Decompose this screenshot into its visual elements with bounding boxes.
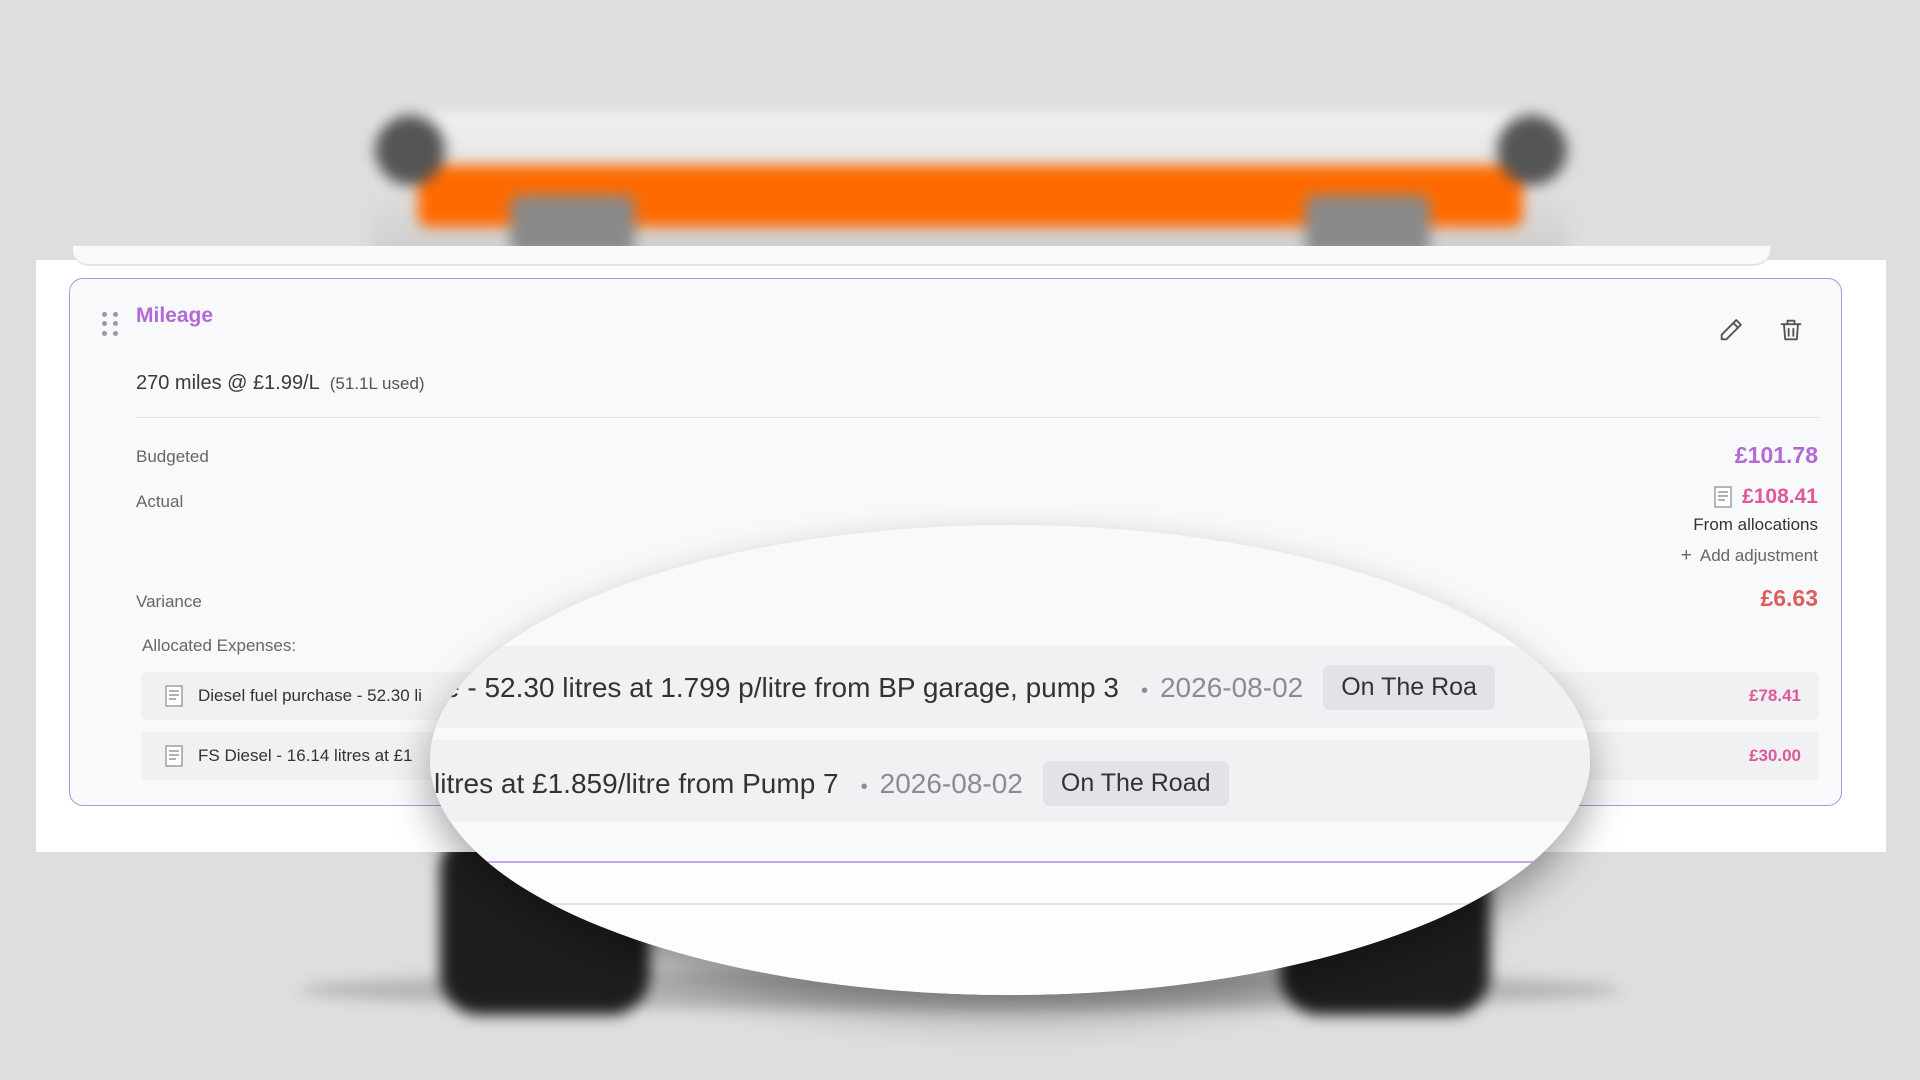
pencil-icon[interactable] [1717, 316, 1745, 344]
magnifier-callout: e - 52.30 litres at 1.799 p/litre from B… [430, 525, 1590, 995]
magnified-description: e - 52.30 litres at 1.799 p/litre from B… [444, 671, 1119, 703]
receipt-icon [1714, 486, 1732, 508]
magnified-date: • 2026-08-02 [1140, 671, 1304, 703]
actual-label: Actual [136, 492, 184, 511]
variance-label: Variance [136, 592, 202, 611]
expense-description: Diesel fuel purchase - 52.30 li [198, 686, 422, 705]
receipt-icon [165, 685, 183, 707]
divider [136, 417, 1819, 418]
budgeted-label: Budgeted [136, 447, 209, 466]
fuel-used: (51.1L used) [329, 374, 425, 393]
mileage-rate: 270 miles @ £1.99/L [136, 372, 320, 394]
add-adjustment-button[interactable]: + Add adjustment [1681, 545, 1818, 567]
actual-value: £108.41 [1742, 485, 1818, 508]
magnified-line: litres at £1.859/litre from Pump 7 • 2026… [434, 761, 1229, 806]
magnified-date-text: 2026-08-02 [879, 767, 1023, 799]
receipt-icon [165, 745, 183, 767]
magnified-date-text: 2026-08-02 [1159, 671, 1304, 703]
trash-icon[interactable] [1777, 316, 1805, 344]
variance-value: £6.63 [1760, 585, 1818, 611]
previous-card-edge [73, 246, 1770, 266]
plus-icon: + [1680, 545, 1692, 566]
expense-amount: £30.00 [1749, 746, 1801, 765]
actual-source: From allocations [1693, 515, 1818, 534]
allocated-expenses-heading: Allocated Expenses: [142, 636, 297, 655]
category-tag: On The Roa [1323, 665, 1495, 710]
magnified-card-border [430, 861, 1590, 863]
magnified-row: litres at £1.859/litre from Pump 7 • 2026… [430, 740, 1590, 822]
actual-value-line: £108.41 [1681, 485, 1818, 509]
magnified-panel-bottom [430, 863, 1590, 995]
magnified-date: • 2026-08-02 [860, 767, 1023, 799]
budgeted-value: £101.78 [1734, 442, 1818, 468]
expense-amount: £78.41 [1749, 686, 1801, 705]
category-tag: On The Road [1042, 761, 1229, 806]
magnified-row: e - 52.30 litres at 1.799 p/litre from B… [430, 646, 1590, 728]
drag-handle-icon[interactable] [102, 312, 118, 336]
expense-description: FS Diesel - 16.14 litres at £1 [198, 746, 413, 765]
magnified-description: litres at £1.859/litre from Pump 7 [434, 767, 839, 799]
magnified-panel-border [430, 903, 1590, 905]
case-corner [375, 115, 445, 185]
magnified-line: e - 52.30 litres at 1.799 p/litre from B… [444, 665, 1495, 710]
card-title: Mileage [136, 304, 214, 327]
add-adjustment-label: Add adjustment [1699, 546, 1818, 565]
case-corner [1497, 115, 1567, 185]
actual-block: £108.41 From allocations + Add adjustment [1681, 485, 1818, 567]
mileage-summary: 270 miles @ £1.99/L (51.1L used) [136, 372, 425, 395]
